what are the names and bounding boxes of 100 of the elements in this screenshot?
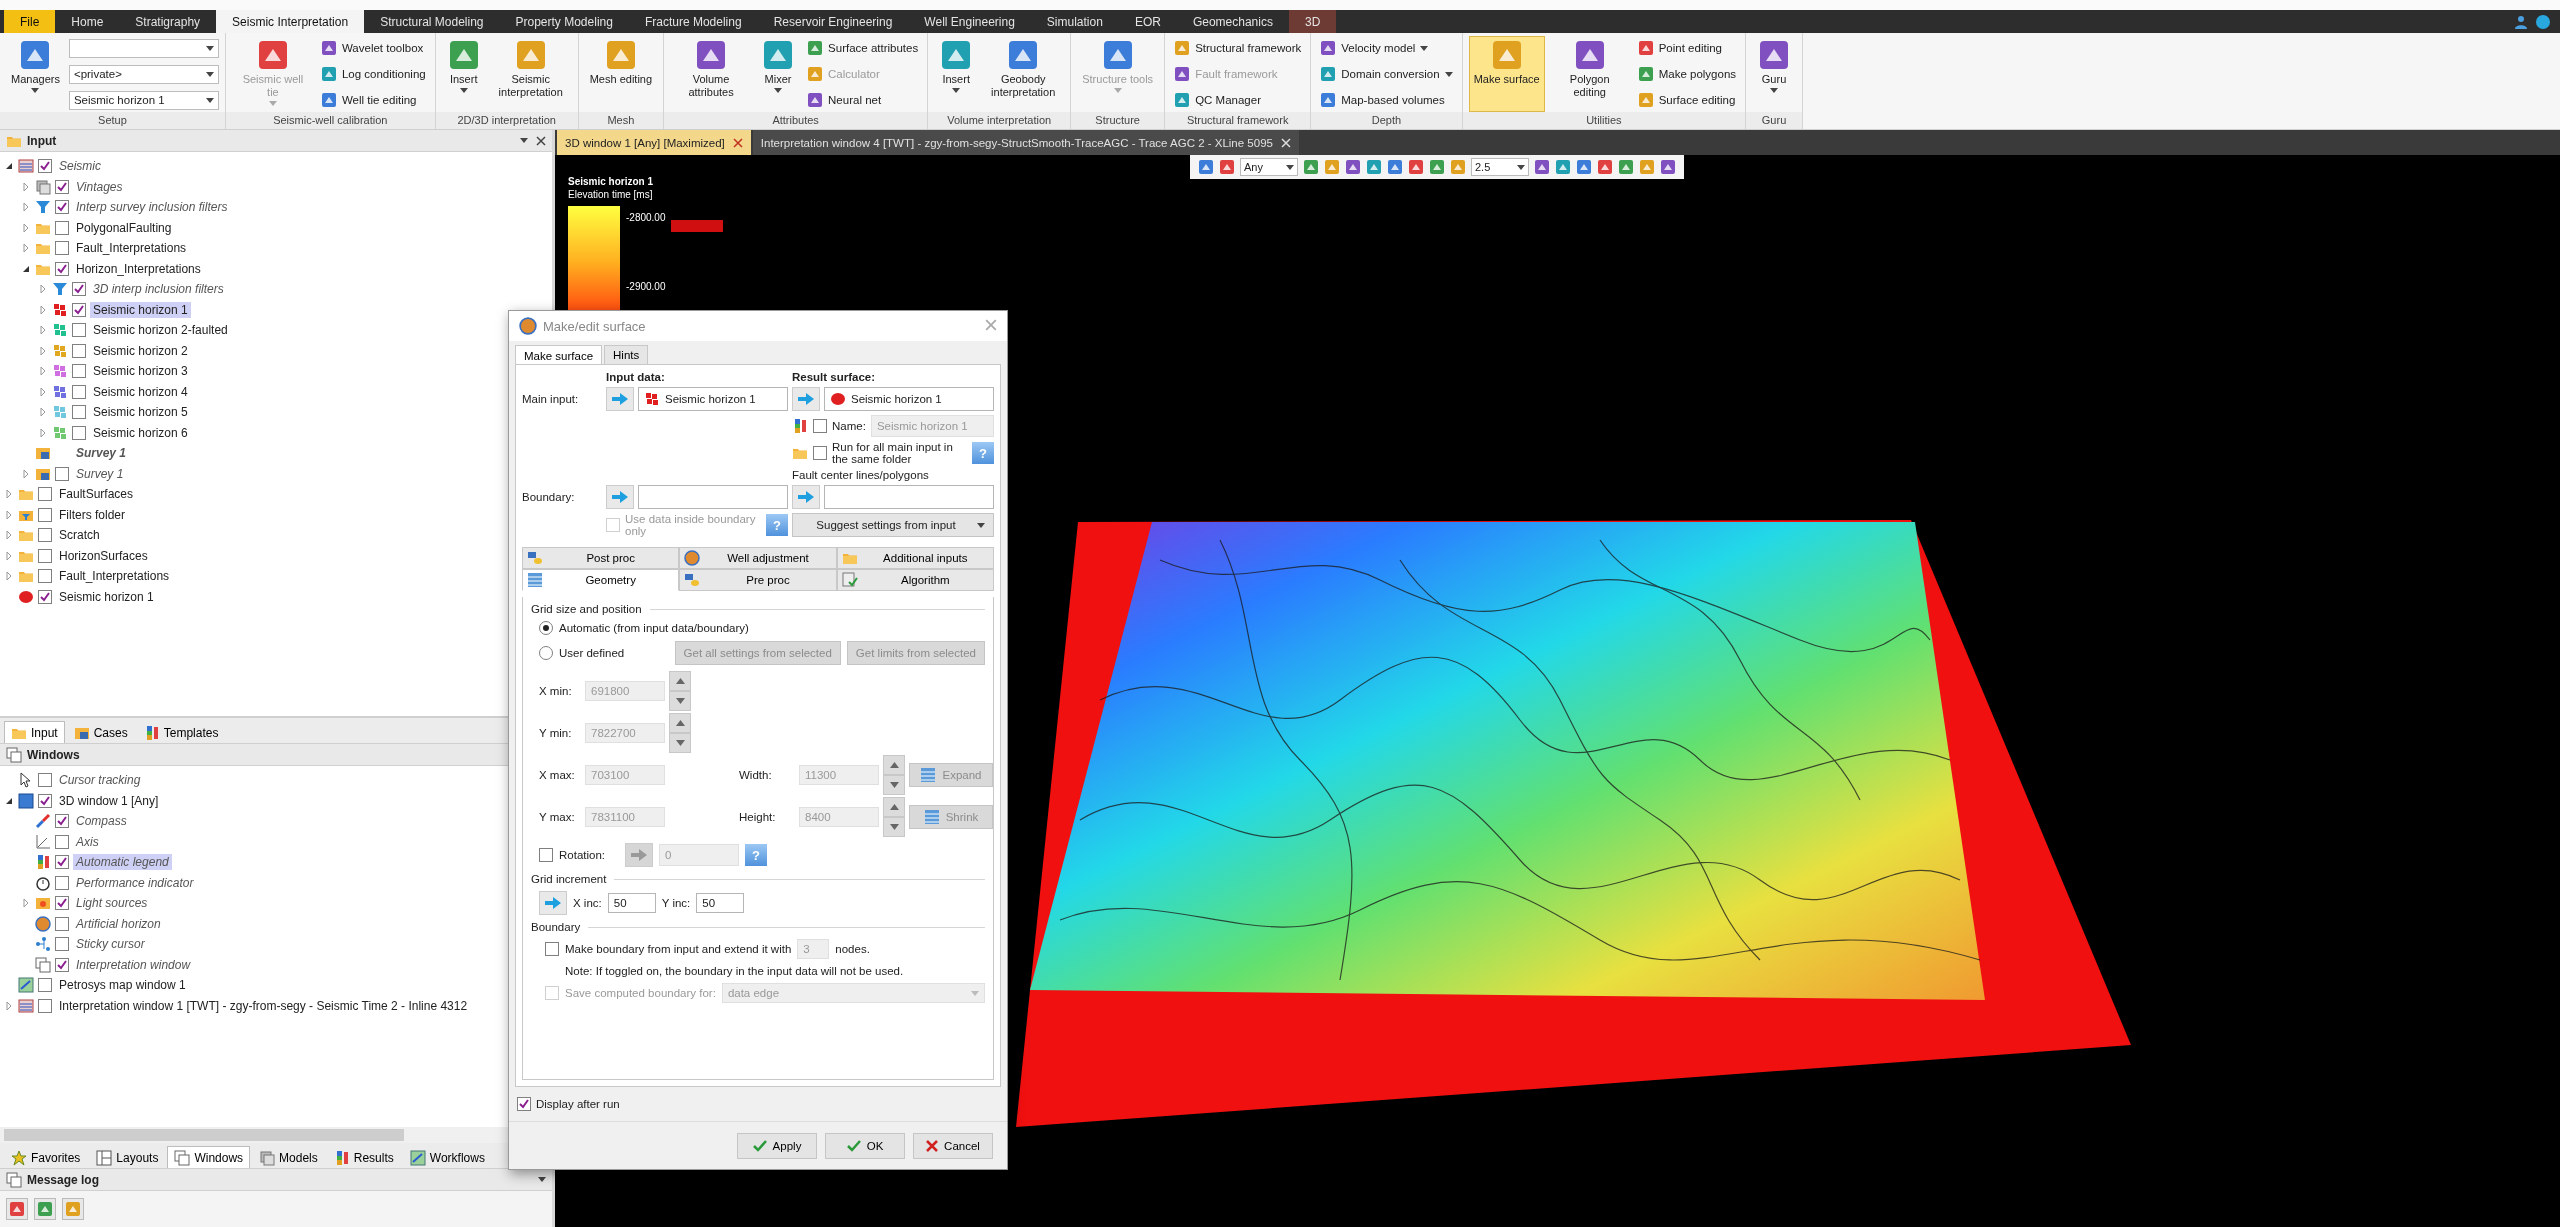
spin-down-button[interactable] <box>669 691 691 711</box>
tree-item[interactable]: Seismic horizon 2-faulted <box>90 322 231 339</box>
spin-up-button[interactable] <box>883 797 905 817</box>
number-field[interactable]: 50 <box>607 893 656 913</box>
panel-tab[interactable]: Results <box>326 1146 401 1168</box>
checkbox[interactable] <box>72 364 86 379</box>
input-field[interactable] <box>638 485 788 509</box>
menu-tab[interactable]: 3D <box>1288 10 1337 33</box>
expander-icon[interactable] <box>22 264 30 273</box>
panel-tab[interactable]: Cases <box>66 721 135 743</box>
panel-tab[interactable]: Templates <box>136 721 226 743</box>
checkbox[interactable] <box>55 220 69 235</box>
ribbon-button[interactable]: Polygon editing <box>1548 36 1631 112</box>
menu-tab[interactable]: Fracture Modeling <box>628 10 758 33</box>
document-tab[interactable]: 3D window 1 [Any] [Maximized] <box>557 130 751 155</box>
ribbon-button[interactable]: Insert <box>441 36 486 112</box>
tree-item[interactable]: Petrosys map window 1 <box>56 977 189 994</box>
panel-tab[interactable]: Layouts <box>89 1146 166 1168</box>
checkbox[interactable] <box>55 466 69 481</box>
tree-item[interactable]: Automatic legend <box>73 854 172 871</box>
tree-item[interactable]: Interpretation window 1 [TWT] - zgy-from-segy - Seismic Time 2 - Inline 4312 <box>56 997 471 1014</box>
panel-tab[interactable]: Favorites <box>4 1146 88 1168</box>
ribbon-button[interactable]: Point editing <box>1634 37 1740 59</box>
dropdown[interactable]: 2.5 <box>1471 158 1529 176</box>
panel-tab[interactable]: Input <box>4 721 65 743</box>
expander-icon[interactable] <box>5 162 13 171</box>
panel-tab[interactable]: Models <box>252 1146 325 1168</box>
ribbon-button[interactable]: Make surface <box>1468 36 1545 112</box>
settings-tab[interactable]: Geometry <box>522 569 680 591</box>
menu-tab[interactable]: Well Engineering <box>908 10 1031 33</box>
tree-item[interactable]: Vintages <box>73 178 126 195</box>
settings-tab[interactable]: Algorithm <box>836 569 994 591</box>
close-icon[interactable] <box>732 137 743 148</box>
ribbon-button[interactable]: QC Manager <box>1171 89 1305 111</box>
tree-item[interactable]: Interp survey inclusion filters <box>73 199 231 216</box>
checkbox[interactable] <box>38 507 52 522</box>
ribbon-button[interactable]: Map-based volumes <box>1317 89 1456 111</box>
tree-item[interactable]: Artificial horizon <box>73 915 164 932</box>
suggest-settings-button[interactable]: Suggest settings from input <box>792 513 994 537</box>
checkbox[interactable] <box>55 957 69 972</box>
checkbox[interactable] <box>72 384 86 399</box>
checkbox[interactable] <box>38 793 52 808</box>
checkbox[interactable] <box>38 528 52 543</box>
radio-button[interactable] <box>539 621 553 635</box>
menu-tab[interactable]: File <box>4 10 56 33</box>
ribbon-button[interactable]: Velocity model <box>1317 37 1456 59</box>
spin-up-button[interactable] <box>669 713 691 733</box>
tree-item[interactable]: 3D interp inclusion filters <box>90 281 227 298</box>
tree-item[interactable]: Survey 1 <box>73 445 130 462</box>
menu-tab[interactable]: Property Modeling <box>499 10 629 33</box>
user-icon[interactable] <box>2514 14 2528 29</box>
tree-item[interactable]: Axis <box>73 833 102 850</box>
checkbox[interactable] <box>55 875 69 890</box>
tree-item[interactable]: Interpretation window <box>73 956 194 973</box>
checkbox[interactable] <box>55 855 69 870</box>
checkbox[interactable] <box>55 261 69 276</box>
checkbox[interactable] <box>38 998 52 1013</box>
checkbox[interactable] <box>517 1097 531 1111</box>
tree-item[interactable]: Fault_Interpretations <box>56 568 173 585</box>
tree-item[interactable]: Scratch <box>56 527 103 544</box>
spin-down-button[interactable] <box>883 817 905 837</box>
ribbon-button[interactable]: Managers <box>6 36 65 112</box>
tree-item[interactable]: Light sources <box>73 895 151 912</box>
tree-item[interactable]: 3D window 1 [Any] <box>56 792 162 809</box>
ribbon-button[interactable]: Domain conversion <box>1317 63 1456 85</box>
checkbox[interactable] <box>55 179 69 194</box>
ribbon-button[interactable]: Insert <box>934 36 979 112</box>
checkbox[interactable] <box>539 848 553 862</box>
checkbox[interactable] <box>55 241 69 256</box>
menu-tab[interactable]: Geomechanics <box>1176 10 1289 33</box>
dropdown[interactable]: Any <box>1240 158 1298 176</box>
ribbon-button[interactable]: Guru <box>1752 36 1797 112</box>
ribbon-button[interactable]: Geobody interpretation <box>982 36 1065 112</box>
menu-tab[interactable]: Seismic Interpretation <box>216 10 365 33</box>
checkbox[interactable] <box>38 978 52 993</box>
input-field[interactable]: Seismic horizon 1 <box>638 387 788 411</box>
checkbox[interactable] <box>55 916 69 931</box>
log-tool-button[interactable] <box>34 1198 56 1220</box>
checkbox[interactable] <box>72 405 86 420</box>
arrow-button[interactable] <box>792 387 820 411</box>
checkbox[interactable] <box>813 446 827 460</box>
tree-item[interactable]: Seismic <box>56 158 104 175</box>
arrow-button[interactable] <box>539 891 567 915</box>
menu-tab[interactable]: EOR <box>1118 10 1177 33</box>
checkbox[interactable] <box>72 425 86 440</box>
ribbon-button[interactable]: Log conditioning <box>317 63 429 85</box>
ribbon-button[interactable]: Mesh editing <box>584 36 658 112</box>
spin-down-button[interactable] <box>669 733 691 753</box>
checkbox[interactable] <box>72 302 86 317</box>
settings-tab[interactable]: Pre proc <box>679 569 837 591</box>
checkbox[interactable] <box>545 942 559 956</box>
ribbon-button[interactable]: Neural net <box>804 89 922 111</box>
dropdown[interactable]: Seismic horizon 1 <box>68 90 219 110</box>
checkbox[interactable] <box>38 548 52 563</box>
panel-tab[interactable]: Workflows <box>402 1146 492 1168</box>
tree-item[interactable]: Cursor tracking <box>56 772 144 789</box>
tree-item[interactable]: Seismic horizon 3 <box>90 363 191 380</box>
tree-item[interactable]: FaultSurfaces <box>56 486 137 503</box>
expander-icon[interactable] <box>5 796 13 805</box>
close-icon[interactable] <box>536 135 546 146</box>
